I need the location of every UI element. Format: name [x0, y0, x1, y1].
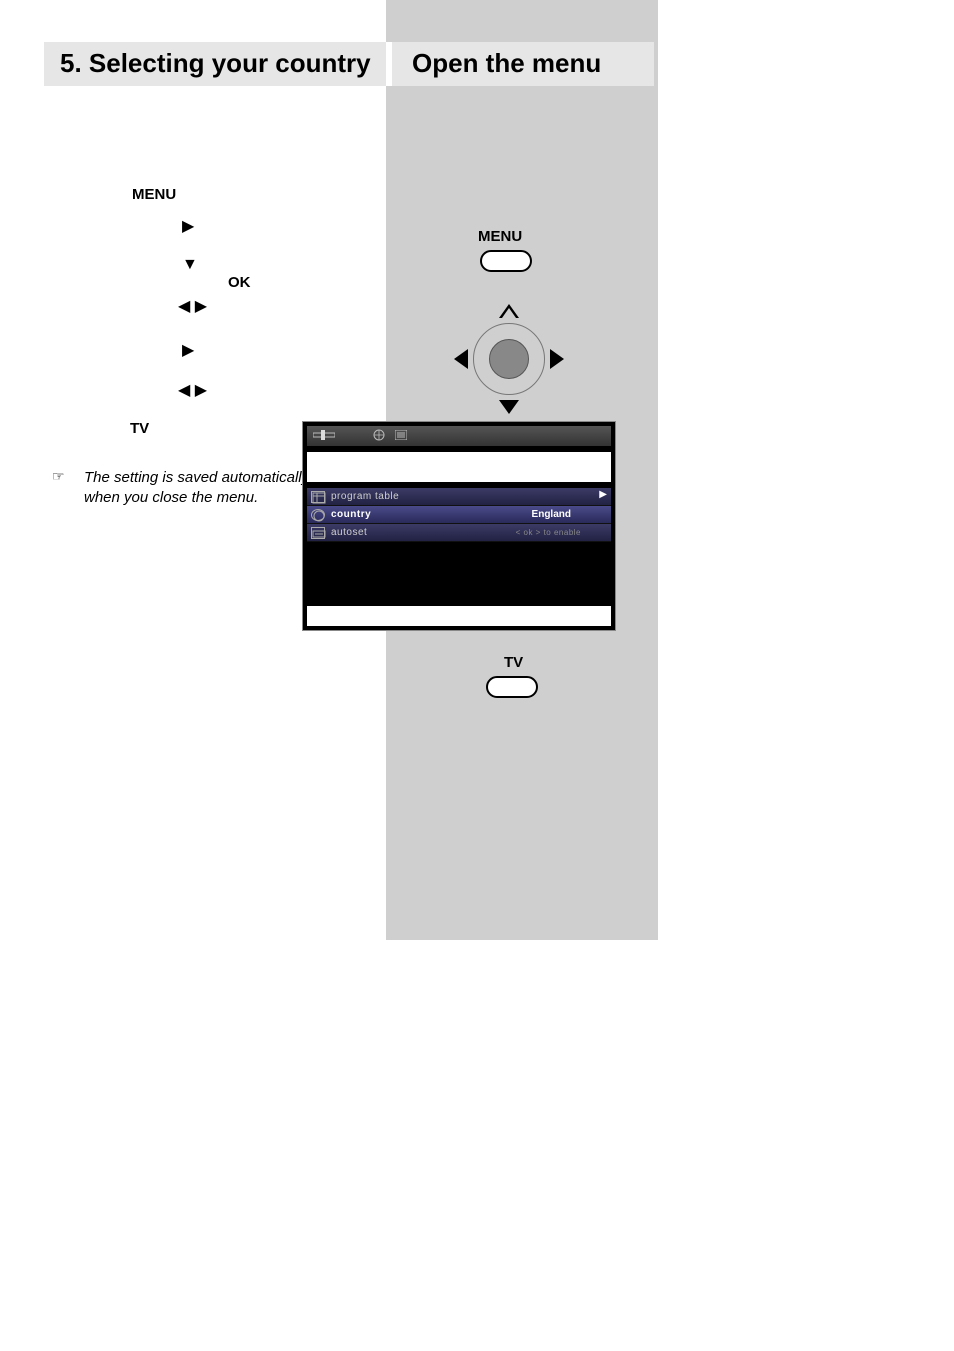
arrow-left-right-icon: ◀ ▶ — [178, 380, 207, 400]
dpad-up-outline — [502, 308, 516, 318]
dpad[interactable] — [464, 314, 554, 404]
dpad-right-icon[interactable] — [550, 349, 564, 369]
osd-list-icon — [395, 430, 407, 443]
osd-row-label: autoset — [331, 527, 367, 538]
note-text: The setting is saved automatically when … — [84, 468, 314, 507]
menu-button-label: MENU — [478, 228, 522, 245]
osd-row-label: country — [331, 509, 371, 520]
menu-button[interactable] — [480, 250, 532, 272]
tv-label: TV — [130, 420, 149, 437]
section-title: 5. Selecting your country — [60, 48, 380, 79]
osd-slider-icon — [313, 429, 335, 444]
globe-icon — [311, 509, 325, 521]
dpad-left-icon[interactable] — [454, 349, 468, 369]
dpad-center-button[interactable] — [489, 339, 529, 379]
autoset-icon — [311, 527, 325, 539]
right-subtitle: Open the menu — [412, 48, 601, 79]
osd-topbar — [307, 426, 611, 446]
dpad-down-icon[interactable] — [499, 400, 519, 414]
menu-label: MENU — [132, 186, 176, 203]
osd-globe-icon — [373, 429, 385, 444]
ok-label: OK — [228, 274, 251, 291]
osd-row-value: England — [532, 509, 571, 520]
arrow-down-icon: ▼ — [182, 256, 198, 274]
osd-rows: program table ▶ country England autoset … — [307, 488, 611, 542]
chevron-right-icon: ▶ — [599, 489, 607, 500]
arrow-right-icon: ▶ — [182, 340, 194, 360]
osd-row-country[interactable]: country England — [307, 506, 611, 524]
osd-row-autoset[interactable]: autoset < ok > to enable — [307, 524, 611, 542]
tv-button-label: TV — [504, 654, 523, 671]
arrow-left-right-icon: ◀ ▶ — [178, 296, 207, 316]
header-divider — [386, 42, 392, 86]
osd-row-label: program table — [331, 491, 399, 502]
tv-button[interactable] — [486, 676, 538, 698]
osd-row-program-table[interactable]: program table ▶ — [307, 488, 611, 506]
osd-whitebar-bottom — [307, 606, 611, 626]
arrow-right-icon: ▶ — [182, 216, 194, 236]
osd-menu-screenshot: program table ▶ country England autoset … — [302, 421, 616, 631]
osd-row-hint: < ok > to enable — [516, 528, 581, 537]
program-table-icon — [311, 491, 325, 503]
osd-whitebar-top — [307, 452, 611, 482]
pointing-hand-icon: ☞ — [52, 468, 65, 485]
